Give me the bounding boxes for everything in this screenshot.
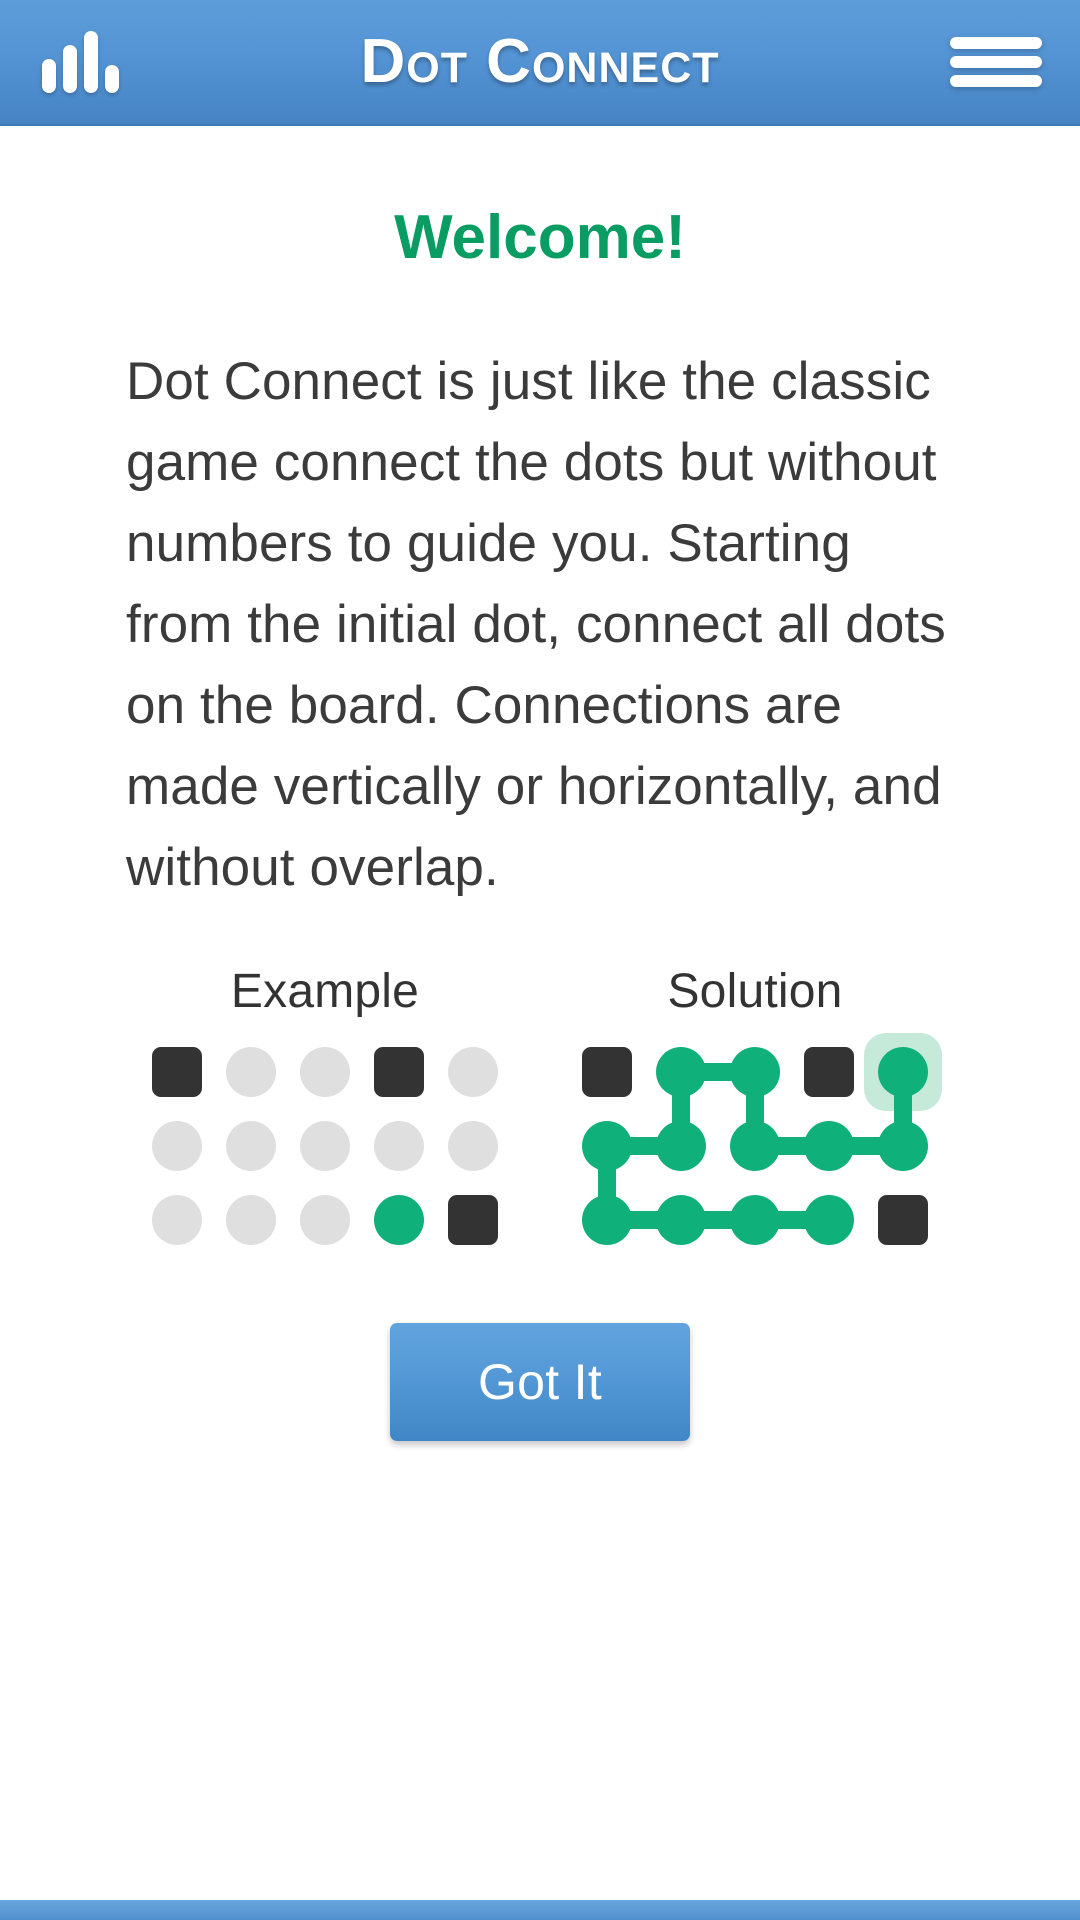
example-cell-1-0[interactable]: [152, 1121, 202, 1171]
example-board-column: Example: [152, 964, 498, 1245]
example-cell-2-1[interactable]: [226, 1195, 276, 1245]
example-cell-1-2[interactable]: [300, 1121, 350, 1171]
welcome-panel: Welcome! Dot Connect is just like the cl…: [0, 126, 1080, 1920]
solution-cell-0-0[interactable]: [582, 1047, 632, 1097]
example-cell-2-4[interactable]: [448, 1195, 498, 1245]
example-cell-1-1[interactable]: [226, 1121, 276, 1171]
solution-cell-2-4[interactable]: [878, 1195, 928, 1245]
example-cell-1-3[interactable]: [374, 1121, 424, 1171]
boards-container: Example Solution: [126, 964, 954, 1245]
solution-cell-2-1[interactable]: [656, 1195, 706, 1245]
app-title: Dot Connect: [360, 27, 720, 96]
example-cell-2-0[interactable]: [152, 1195, 202, 1245]
bar-chart-bar-2: [63, 45, 77, 93]
app-root: Dot Connect Welcome! Dot Connect is just…: [0, 0, 1080, 1920]
bar-chart-icon[interactable]: [34, 31, 130, 93]
solution-board-label: Solution: [667, 965, 843, 1018]
menu-bar-3: [950, 75, 1042, 87]
example-cell-2-3[interactable]: [374, 1195, 424, 1245]
menu-bar-2: [950, 56, 1042, 68]
intro-paragraph: Dot Connect is just like the classic gam…: [126, 352, 946, 897]
button-row: Got It: [126, 1323, 954, 1441]
example-cell-0-0[interactable]: [152, 1047, 202, 1097]
example-cell-0-2[interactable]: [300, 1047, 350, 1097]
menu-bar-1: [950, 37, 1042, 49]
bar-chart-bar-4: [105, 65, 119, 93]
solution-cell-0-2[interactable]: [730, 1047, 780, 1097]
solution-board-column: Solution: [582, 964, 942, 1245]
page-title: Welcome!: [394, 203, 686, 272]
solution-cell-2-3[interactable]: [804, 1195, 854, 1245]
solution-cell-1-2[interactable]: [730, 1121, 780, 1171]
example-cell-0-3[interactable]: [374, 1047, 424, 1097]
example-cell-0-1[interactable]: [226, 1047, 276, 1097]
solution-cell-0-3[interactable]: [804, 1047, 854, 1097]
bar-chart-bar-3: [84, 31, 98, 93]
solution-cell-1-0[interactable]: [582, 1121, 632, 1171]
example-cell-0-4[interactable]: [448, 1047, 498, 1097]
solution-cell-1-3[interactable]: [804, 1121, 854, 1171]
solution-cell-2-2[interactable]: [730, 1195, 780, 1245]
bottom-bar: [0, 1900, 1080, 1920]
solution-cell-2-0[interactable]: [582, 1195, 632, 1245]
solution-grid: [582, 1033, 942, 1245]
example-grid: [152, 1047, 498, 1245]
bar-chart-bar-1: [42, 59, 56, 93]
example-cell-2-2[interactable]: [300, 1195, 350, 1245]
solution-cell-1-1[interactable]: [656, 1121, 706, 1171]
example-cell-1-4[interactable]: [448, 1121, 498, 1171]
example-board-label: Example: [230, 965, 420, 1018]
solution-cell-1-4[interactable]: [878, 1121, 928, 1171]
hamburger-menu-icon[interactable]: [950, 37, 1046, 87]
app-header: Dot Connect: [0, 0, 1080, 126]
solution-cell-0-4[interactable]: [878, 1047, 928, 1097]
solution-cell-0-1[interactable]: [656, 1047, 706, 1097]
got-it-button[interactable]: Got It: [390, 1323, 690, 1441]
